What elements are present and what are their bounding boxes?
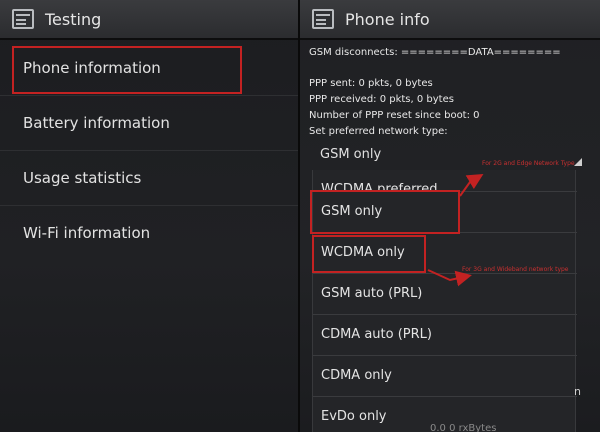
phone-info-title: Phone info <box>345 10 430 29</box>
menu-item-label: Usage statistics <box>23 169 142 187</box>
network-type-dropdown: WCDMA preferred GSM only WCDMA only GSM … <box>312 170 577 432</box>
ppp-received-line: PPP received: 0 pkts, 0 bytes <box>309 94 454 105</box>
testing-titlebar: Testing <box>0 0 298 40</box>
dropdown-option-label: CDMA auto (PRL) <box>321 327 432 342</box>
spinner-value: GSM only <box>320 147 382 162</box>
annotation-note-2g: For 2G and Edge Network Type <box>482 160 575 167</box>
dropdown-option-label: WCDMA preferred <box>321 182 438 192</box>
testing-title: Testing <box>45 10 102 29</box>
phone-info-titlebar: Phone info <box>300 0 600 40</box>
menu-item-label: Phone information <box>23 59 161 77</box>
testing-panel: Testing Phone information Battery inform… <box>0 0 298 432</box>
ppp-reset-line: Number of PPP reset since boot: 0 <box>309 110 480 121</box>
background-bottom-text: 0.0 0 rxBytes <box>430 423 497 432</box>
menu-item-label: Wi-Fi information <box>23 224 151 242</box>
annotation-note-3g: For 3G and Wideband network type <box>462 266 569 273</box>
dropdown-option-label: GSM auto (PRL) <box>321 286 423 301</box>
dropdown-option-label: GSM only <box>321 204 383 219</box>
gsm-disconnects-line: GSM disconnects: ========DATA======== <box>309 47 561 58</box>
menu-item-label: Battery information <box>23 114 170 132</box>
dropdown-option-label: WCDMA only <box>321 245 405 260</box>
background-partial-text: n <box>574 385 581 398</box>
dropdown-option-wcdma-preferred[interactable]: WCDMA preferred <box>313 170 577 192</box>
dropdown-option-gsm-only[interactable]: GSM only <box>313 192 577 233</box>
dropdown-option-label: EvDo only <box>321 409 387 424</box>
set-network-type-label: Set preferred network type: <box>309 126 448 137</box>
menu-item-battery-information[interactable]: Battery information <box>0 97 298 151</box>
menu-item-wifi-information[interactable]: Wi-Fi information <box>0 207 298 261</box>
spinner-arrow-icon <box>574 158 582 166</box>
settings-app-icon <box>12 9 34 29</box>
settings-app-icon <box>312 9 334 29</box>
dropdown-option-cdma-auto-prl[interactable]: CDMA auto (PRL) <box>313 315 577 356</box>
menu-item-phone-information[interactable]: Phone information <box>0 42 298 96</box>
dropdown-option-gsm-auto-prl[interactable]: GSM auto (PRL) <box>313 274 577 315</box>
ppp-sent-line: PPP sent: 0 pkts, 0 bytes <box>309 78 433 89</box>
dropdown-option-label: CDMA only <box>321 368 392 383</box>
dropdown-option-cdma-only[interactable]: CDMA only <box>313 356 577 397</box>
menu-item-usage-statistics[interactable]: Usage statistics <box>0 152 298 206</box>
